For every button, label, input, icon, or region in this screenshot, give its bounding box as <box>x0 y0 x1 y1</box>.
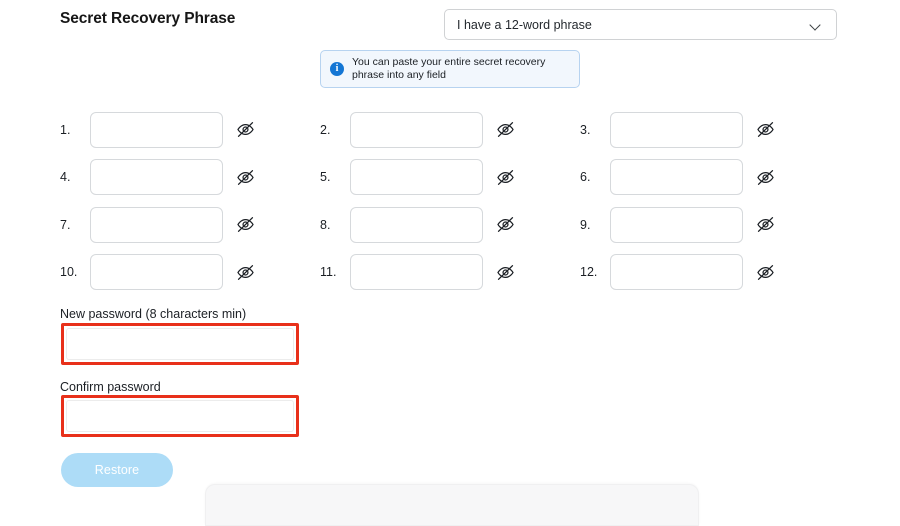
eye-off-icon[interactable] <box>494 166 516 188</box>
word-row: 4. 5. 6. <box>60 154 840 202</box>
word-cell-5: 5. <box>320 154 580 202</box>
word-number-label: 4. <box>60 170 71 185</box>
eye-off-icon[interactable] <box>494 119 516 141</box>
word-row: 1. 2. 3. <box>60 106 840 154</box>
word-number-label: 11. <box>320 265 337 280</box>
word-cell-11: 11. <box>320 249 580 297</box>
word-input-5[interactable] <box>350 159 483 196</box>
word-number-label: 7. <box>60 217 71 232</box>
word-input-8[interactable] <box>350 206 483 243</box>
info-banner: i You can paste your entire secret recov… <box>320 50 580 88</box>
word-cell-10: 10. <box>60 249 320 297</box>
eye-off-icon[interactable] <box>234 166 256 188</box>
word-number-label: 2. <box>320 122 331 137</box>
word-cell-7: 7. <box>60 201 320 249</box>
word-number-label: 9. <box>580 217 591 232</box>
word-input-2[interactable] <box>350 111 483 148</box>
restore-button[interactable]: Restore <box>61 453 173 487</box>
new-password-highlight <box>61 323 299 365</box>
eye-off-icon[interactable] <box>754 214 776 236</box>
page-title: Secret Recovery Phrase <box>60 10 236 27</box>
word-cell-8: 8. <box>320 201 580 249</box>
eye-off-icon[interactable] <box>494 214 516 236</box>
word-input-3[interactable] <box>610 111 743 148</box>
word-number-label: 5. <box>320 170 331 185</box>
word-input-11[interactable] <box>350 254 483 291</box>
new-password-input[interactable] <box>66 328 294 360</box>
word-number-label: 6. <box>580 170 591 185</box>
word-row: 7. 8. 9. <box>60 201 840 249</box>
phrase-type-select[interactable]: I have a 12-word phrase <box>444 9 837 40</box>
confirm-password-highlight <box>61 395 299 437</box>
chevron-down-icon <box>810 19 822 31</box>
word-cell-2: 2. <box>320 106 580 154</box>
word-number-label: 12. <box>580 265 598 280</box>
word-row: 10. 11. 12. <box>60 249 840 297</box>
word-cell-1: 1. <box>60 106 320 154</box>
confirm-password-input[interactable] <box>66 400 294 432</box>
eye-off-icon[interactable] <box>234 119 256 141</box>
new-password-label: New password (8 characters min) <box>60 307 247 321</box>
word-cell-4: 4. <box>60 154 320 202</box>
bottom-card-edge <box>205 484 699 526</box>
recovery-phrase-grid: 1. 2. 3. 4. 5. 6. 7. 8. 9. 10. 11. 12. <box>60 106 840 296</box>
eye-off-icon[interactable] <box>754 119 776 141</box>
info-banner-text: You can paste your entire secret recover… <box>352 56 546 81</box>
word-cell-12: 12. <box>580 249 840 297</box>
word-cell-9: 9. <box>580 201 840 249</box>
eye-off-icon[interactable] <box>234 261 256 283</box>
word-cell-3: 3. <box>580 106 840 154</box>
word-number-label: 1. <box>60 122 71 137</box>
word-input-4[interactable] <box>90 159 223 196</box>
phrase-type-select-value: I have a 12-word phrase <box>457 17 592 32</box>
word-input-9[interactable] <box>610 206 743 243</box>
word-input-1[interactable] <box>90 111 223 148</box>
info-circle-icon: i <box>330 62 344 76</box>
eye-off-icon[interactable] <box>754 261 776 283</box>
eye-off-icon[interactable] <box>234 214 256 236</box>
eye-off-icon[interactable] <box>754 166 776 188</box>
word-input-12[interactable] <box>610 254 743 291</box>
word-input-10[interactable] <box>90 254 223 291</box>
eye-off-icon[interactable] <box>494 261 516 283</box>
word-cell-6: 6. <box>580 154 840 202</box>
word-number-label: 8. <box>320 217 331 232</box>
word-input-6[interactable] <box>610 159 743 196</box>
word-number-label: 3. <box>580 122 591 137</box>
word-input-7[interactable] <box>90 206 223 243</box>
word-number-label: 10. <box>60 265 78 280</box>
confirm-password-label: Confirm password <box>60 380 161 394</box>
